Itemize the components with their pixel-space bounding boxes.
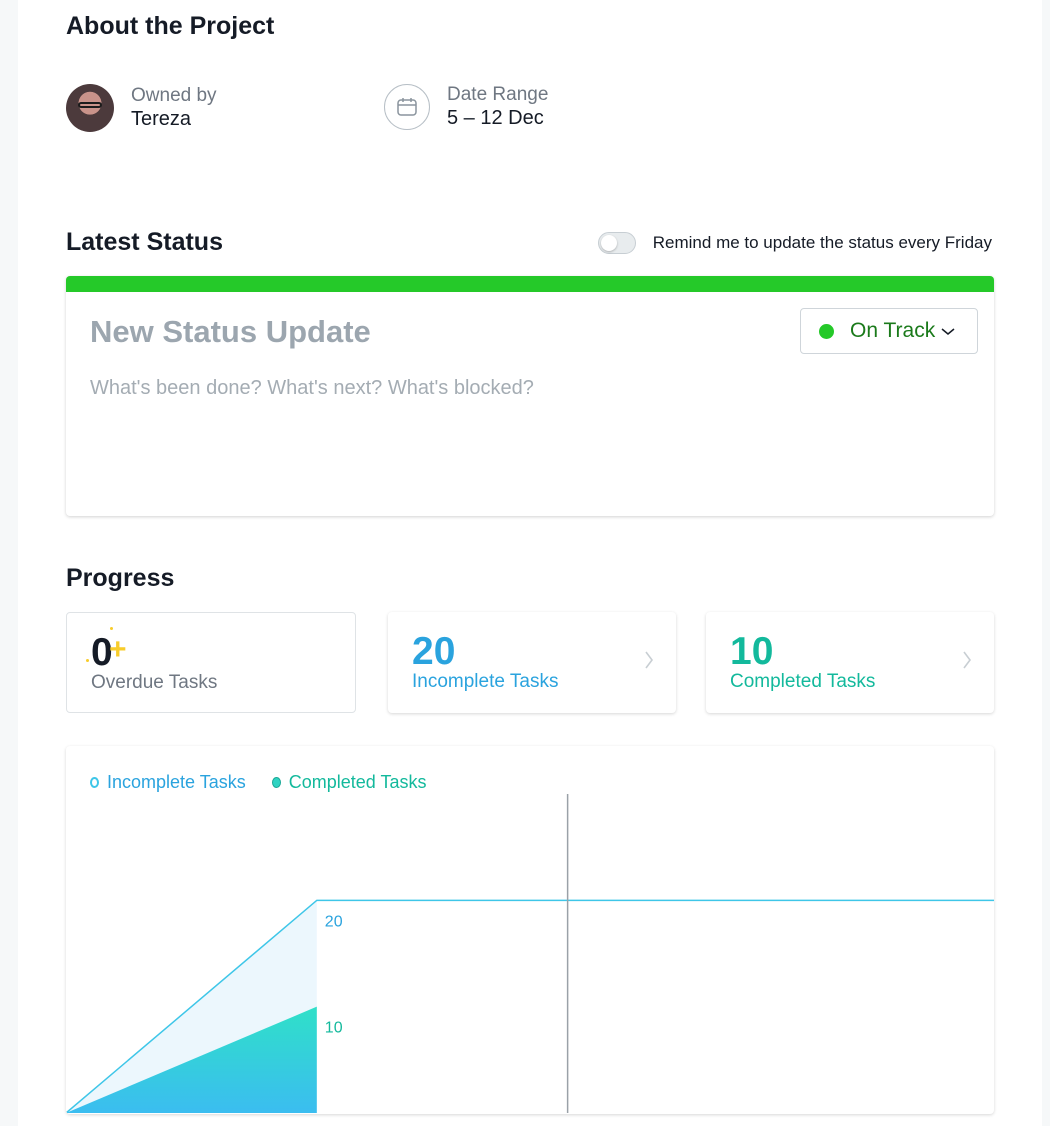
chevron-right-icon — [962, 650, 972, 676]
completed-label: Completed Tasks — [730, 671, 876, 692]
remind-label: Remind me to update the status every Fri… — [652, 233, 992, 252]
incomplete-label: Incomplete Tasks — [412, 671, 559, 692]
chevron-right-icon — [644, 650, 654, 676]
date-range-label: Date Range — [447, 84, 549, 105]
status-update-card[interactable]: New Status Update What's been done? What… — [66, 276, 994, 516]
owner-name: Tereza — [131, 108, 192, 130]
data-label-completed: 10 — [325, 1020, 343, 1037]
avatar[interactable] — [66, 84, 114, 132]
latest-status-title: Latest Status — [66, 228, 223, 256]
chart-canvas: 2010 — [66, 794, 994, 1114]
overdue-label: Overdue Tasks — [91, 672, 218, 693]
completed-count: 10 — [730, 630, 774, 673]
overdue-tasks-card: 0 + Overdue Tasks — [66, 612, 356, 713]
date-range-value: 5 – 12 Dec — [447, 107, 544, 129]
progress-title: Progress — [66, 564, 175, 592]
date-range[interactable]: Date Range 5 – 12 Dec — [384, 84, 548, 130]
sparkle-dot-icon — [110, 627, 113, 630]
incomplete-count: 20 — [412, 630, 456, 673]
status-dot-icon — [819, 323, 834, 339]
status-dropdown[interactable]: On Track — [800, 308, 978, 354]
project-owner[interactable]: Owned by Tereza — [66, 84, 217, 132]
status-update-title[interactable]: New Status Update — [90, 314, 371, 350]
completed-tasks-card[interactable]: 10 Completed Tasks — [706, 612, 994, 713]
status-color-bar — [66, 276, 994, 292]
project-overview-page: About the Project Owned by Tereza Date R… — [18, 0, 1042, 1126]
data-label-incomplete: 20 — [325, 913, 343, 930]
progress-chart: Incomplete Tasks Completed Tasks 20 10 — [66, 746, 994, 1114]
status-update-input[interactable]: What's been done? What's next? What's bl… — [90, 377, 534, 400]
sparkle-dot-icon — [86, 659, 89, 662]
remind-toggle[interactable] — [597, 232, 636, 254]
remind-toggle-row: Remind me to update the status every Fri… — [597, 232, 992, 254]
incomplete-tasks-card[interactable]: 20 Incomplete Tasks — [388, 612, 676, 713]
owner-label: Owned by — [131, 85, 217, 106]
about-title: About the Project — [66, 12, 275, 40]
calendar-icon[interactable] — [384, 84, 430, 130]
chevron-down-icon — [941, 323, 955, 339]
status-dropdown-label: On Track — [850, 319, 936, 342]
sparkle-icon: + — [109, 633, 127, 666]
